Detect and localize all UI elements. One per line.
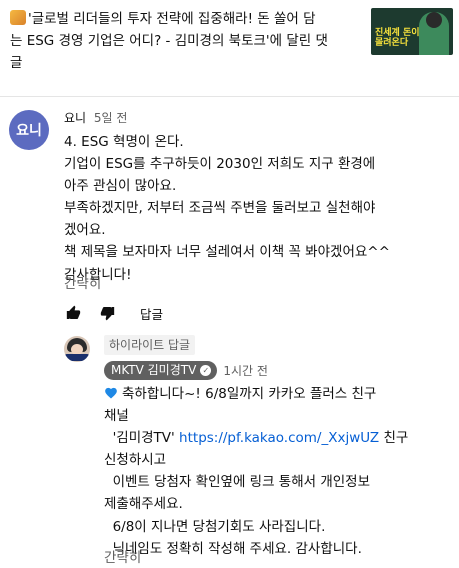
thumbs-up-icon[interactable] [64, 304, 82, 322]
read-less-button[interactable]: 간략히 [64, 272, 101, 292]
comment-line: 기업이 ESG를 추구하듯이 2030인 저희도 지구 환경에 [64, 156, 376, 173]
read-less-button[interactable]: 간략히 [104, 546, 141, 566]
comment-actions: 답글 [64, 302, 163, 324]
thumbnail-text: 진세계 돈이 몰려온다 [375, 28, 420, 48]
avatar[interactable] [64, 336, 90, 362]
reply-text: 축하합니다~! 6/8일까지 카카오 플러스 친구 채널 '김미경TV' htt… [104, 383, 444, 560]
reply-line: 축하합니다~! 6/8일까지 카카오 플러스 친구 [104, 383, 444, 405]
comment-timestamp[interactable]: 5일 전 [94, 111, 128, 125]
avatar-logo [65, 354, 89, 361]
thumbnail-head [426, 12, 442, 28]
comment-author[interactable]: 요니 [64, 111, 86, 125]
comment-line: 아주 관심이 많아요. [64, 178, 177, 195]
highlight-reply-badge: 하이라이트 답글 [104, 335, 196, 355]
comment-line: 책 제목을 보자마자 너무 설레여서 이책 꼭 봐야겠어요^^ [64, 244, 390, 261]
reply-line-text: 축하합니다~! 6/8일까지 카카오 플러스 친구 [122, 386, 377, 402]
comment-line: 겠어요. [64, 222, 106, 239]
reply-line: 신청하시고 [104, 452, 167, 469]
reply-line: 채널 [104, 408, 129, 425]
divider [0, 96, 459, 97]
blue-heart-icon [105, 387, 117, 399]
thumbs-down-icon[interactable] [98, 304, 116, 322]
reply-button[interactable]: 답글 [140, 304, 163, 323]
comment-text: 4. ESG 혁명이 온다. 기업이 ESG를 추구하듯이 2030인 저희도 … [64, 131, 444, 286]
reply-author-line: MKTV 김미경TV ✓ 1시간 전 [104, 361, 268, 380]
video-thumbnail[interactable]: 진세계 돈이 몰려온다 [371, 8, 453, 55]
person-emoji-icon [10, 10, 26, 25]
reply-timestamp[interactable]: 1시간 전 [223, 362, 268, 380]
comment-line: 부족하겠지만, 저부터 조금씩 주변을 둘러보고 실천해야 [64, 200, 376, 217]
verified-check-icon: ✓ [200, 365, 212, 376]
reply-line: 제출해주세요. [104, 496, 183, 513]
reply-author-badge[interactable]: MKTV 김미경TV ✓ [104, 361, 218, 380]
title-line: 글 [10, 55, 23, 71]
title-line: 는 ESG 경영 기업은 어디? - 김미경의 북토크'에 달린 댓 [10, 33, 328, 49]
reply-line-text: '김미경TV' [104, 430, 180, 447]
comment-header: '글로벌 리더들의 투자 전략에 집중해라! 돈 쏠어 담 는 ESG 경영 기… [0, 0, 459, 86]
reply-line: 6/8이 지나면 당첨기회도 사라집니다. [104, 518, 326, 535]
comment-author-line: 요니 5일 전 [64, 110, 127, 126]
title-line: '글로벌 리더들의 투자 전략에 집중해라! 돈 쏠어 담 [28, 11, 316, 27]
comment-line: 감사합니다! [64, 266, 132, 283]
reply-author: MKTV 김미경TV [111, 363, 197, 377]
reply-line: 닉네임도 정확히 작성해 주세요. 감사합니다. [104, 540, 362, 557]
comment-line: 4. ESG 혁명이 온다. [64, 134, 184, 150]
video-title[interactable]: '글로벌 리더들의 투자 전략에 집중해라! 돈 쏠어 담 는 ESG 경영 기… [10, 8, 362, 74]
avatar[interactable]: 요니 [9, 110, 49, 150]
reply-line-text: 친구 [379, 430, 409, 447]
reply-line: '김미경TV' https://pf.kakao.com/_XxjwUZ 친구 [104, 427, 444, 449]
reply-line: 이벤트 당첨자 확인옆에 링크 통해서 개인정보 [104, 474, 371, 491]
kakao-link[interactable]: https://pf.kakao.com/_XxjwUZ [179, 430, 379, 446]
